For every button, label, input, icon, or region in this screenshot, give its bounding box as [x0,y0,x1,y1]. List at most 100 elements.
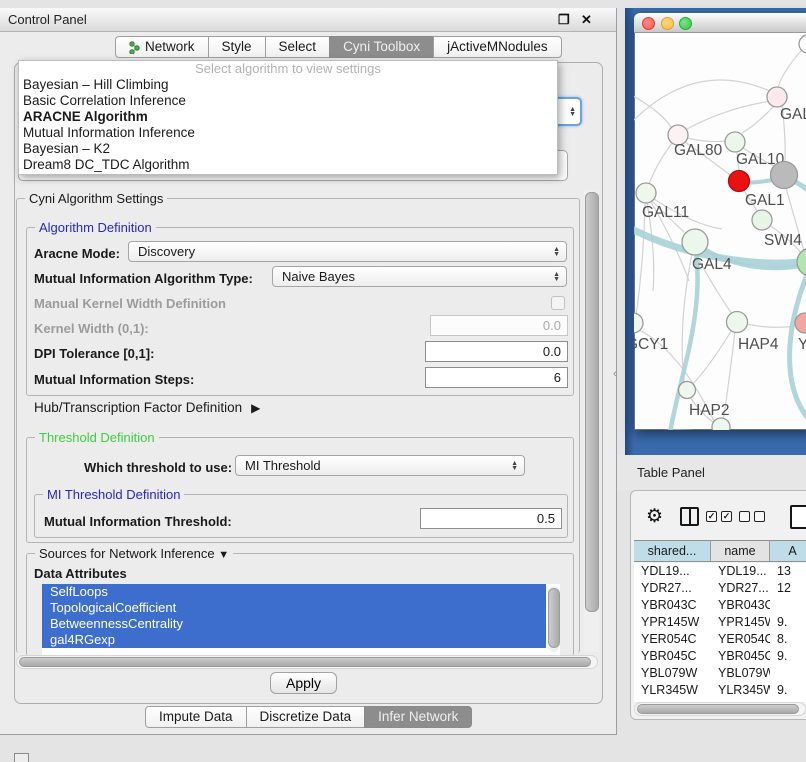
tab-network[interactable]: Network [115,36,209,58]
bottom-tab-infer-network[interactable]: Infer Network [364,706,472,728]
algorithm-option[interactable]: Bayesian – Hill Climbing [19,77,557,93]
data-attribute-item[interactable]: SelfLoops [42,584,546,600]
algorithm-option[interactable]: Basic Correlation Inference [19,93,557,109]
network-edge[interactable] [649,143,672,184]
split-columns-icon[interactable] [680,507,699,526]
table-cell[interactable]: YDR27... [634,580,711,597]
network-window-titlebar[interactable] [634,13,806,33]
table-cell[interactable]: YLR345W [711,682,770,699]
node-partial-top[interactable] [799,35,806,53]
table-cell[interactable]: YBR043C [634,597,711,614]
manual-kernel-checkbox[interactable] [551,296,565,310]
node-gal11[interactable] [636,183,656,203]
zoom-traffic-light[interactable] [679,17,692,30]
mi-threshold-definition-title: MI Threshold Definition [43,487,184,502]
node-gal10[interactable] [725,132,745,152]
control-panel-titlebar[interactable] [0,8,616,32]
kernel-width-input[interactable]: 0.0 [430,315,568,336]
table-cell[interactable]: YPR145W [634,614,711,631]
table-cell[interactable]: YBR043C [711,597,770,614]
column-header[interactable]: name [711,540,770,562]
tab-jactivemnodules[interactable]: jActiveMNodules [433,36,562,58]
hub-definition-section[interactable]: Hub/Transcription Factor Definition ▶ [34,400,260,415]
collapse-arrow-icon[interactable]: ▼ [218,549,229,561]
table-cell[interactable] [770,597,806,614]
float-panel-icon[interactable] [14,753,29,762]
minimize-traffic-light[interactable] [661,17,674,30]
network-edge[interactable] [634,93,672,129]
table-cell[interactable]: YBR045C [634,648,711,665]
node-hap4[interactable] [727,312,748,333]
table-cell[interactable]: YER054C [634,631,711,648]
attributes-scrollbar-thumb[interactable] [548,588,560,648]
apply-button[interactable]: Apply [270,672,337,694]
aracne-mode-combo[interactable]: Discovery ▲▼ [128,241,567,262]
network-edge[interactable] [687,101,771,129]
settings-hscrollbar-track[interactable] [16,655,598,669]
table-cell[interactable]: 12 [770,580,806,597]
table-cell[interactable]: YER054C [711,631,770,648]
dpi-tolerance-input[interactable]: 0.0 [425,341,568,362]
column-header[interactable]: shared... [634,540,711,562]
float-window-icon[interactable]: ❐ [558,12,570,28]
node-hap2[interactable] [679,382,696,399]
node-partial-bottom[interactable] [712,418,730,430]
manual-kernel-label: Manual Kernel Width Definition [34,296,226,311]
close-window-icon[interactable]: ✕ [581,12,592,28]
algorithm-option[interactable]: Mutual Information Inference [19,125,557,141]
table-cell[interactable]: 8. [770,631,806,648]
settings-vscrollbar-thumb[interactable] [585,192,599,612]
mi-type-combo[interactable]: Naive Bayes ▲▼ [272,266,567,287]
table-hscrollbar-thumb[interactable] [637,704,799,714]
table-cell[interactable]: YBR045C [711,648,770,665]
tab-select[interactable]: Select [265,36,331,58]
hide-columns-icon[interactable] [739,511,765,522]
network-graph[interactable]: GALGAL80GAL10GAL1GAL11SWI4GAL4GCY1HAP4YH… [634,33,806,430]
tab-style[interactable]: Style [208,36,266,58]
table-cell[interactable]: YBL079W [634,665,711,682]
new-table-icon[interactable] [790,505,806,529]
bottom-tab-impute-data[interactable]: Impute Data [145,706,247,728]
splitter-handle-icon[interactable]: ‹ [613,368,617,380]
settings-vscrollbar-track[interactable] [584,190,599,652]
table-cell[interactable]: YLR345W [634,682,711,699]
node-gal1[interactable] [729,171,750,192]
table-hscrollbar-track[interactable] [634,702,806,716]
close-traffic-light[interactable] [642,17,655,30]
table-cell[interactable]: 9. [770,682,806,699]
table-cell[interactable]: 9. [770,648,806,665]
tab-cyni-toolbox[interactable]: Cyni Toolbox [329,36,434,58]
show-columns-icon[interactable]: ✓✓ [706,511,732,522]
network-edge[interactable] [693,328,733,384]
data-attribute-item[interactable]: TopologicalCoefficient [42,600,546,616]
attributes-scrollbar-track[interactable] [548,586,559,652]
node-gray[interactable] [771,162,798,189]
data-attribute-item[interactable]: gal4RGexp [42,632,546,648]
table-cell[interactable]: YDL19... [634,563,711,580]
node-gal-partial[interactable] [767,87,787,107]
which-threshold-combo[interactable]: MI Threshold ▲▼ [235,455,525,476]
bottom-tab-discretize-data[interactable]: Discretize Data [246,706,366,728]
node-big-green[interactable] [797,248,806,276]
table-cell[interactable]: YDL19... [711,563,770,580]
node-gal4[interactable] [682,229,708,255]
table-cell[interactable]: YBL079W [711,665,770,682]
node-gcy1[interactable] [634,313,643,333]
table-cell[interactable]: 13 [770,563,806,580]
network-edge[interactable] [742,105,775,133]
algorithm-option[interactable]: Bayesian – K2 [19,141,557,157]
node-gal11-label: GAL11 [642,204,689,221]
algorithm-option[interactable]: Dream8 DC_TDC Algorithm [19,157,557,173]
algorithm-option[interactable]: ARACNE Algorithm [19,109,557,125]
gear-icon[interactable]: ⚙ [646,505,663,528]
data-attribute-item[interactable]: BetweennessCentrality [42,616,546,632]
table-cell[interactable] [770,665,806,682]
column-header[interactable]: A [770,540,806,562]
table-cell[interactable]: YDR27... [711,580,770,597]
mi-steps-input[interactable]: 6 [425,367,568,388]
settings-hscrollbar-thumb[interactable] [19,657,591,667]
node-swi4[interactable] [752,210,772,230]
mi-threshold-input[interactable]: 0.5 [420,508,562,529]
table-cell[interactable]: 9. [770,614,806,631]
table-cell[interactable]: YPR145W [711,614,770,631]
